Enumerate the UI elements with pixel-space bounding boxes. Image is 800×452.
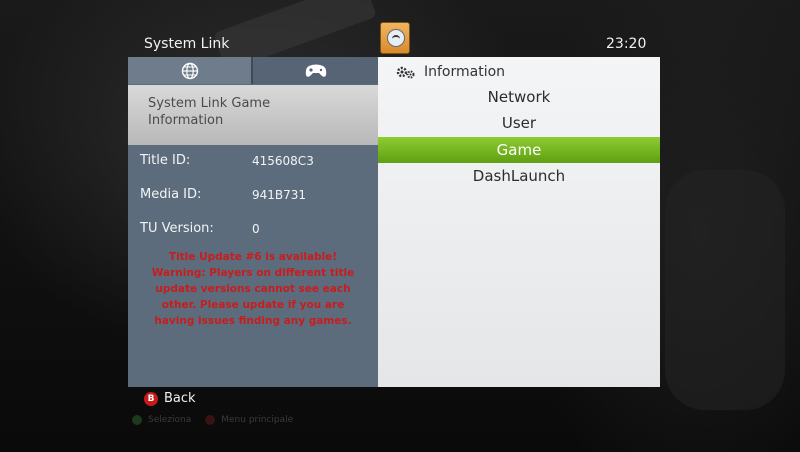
information-label: Information bbox=[424, 64, 506, 80]
ghost-hint-row: Seleziona Menu principale bbox=[132, 415, 293, 425]
right-panel: Information Network User Game DashLaunch bbox=[378, 57, 660, 387]
title-id-label: Title ID: bbox=[140, 153, 191, 168]
menu-item-user[interactable]: User bbox=[378, 110, 660, 136]
information-header: Information bbox=[396, 64, 505, 80]
media-id-value: 941B731 bbox=[252, 188, 307, 202]
left-panel: System Link Game Information Title ID: 4… bbox=[128, 57, 378, 387]
section-title: System Link Game Information bbox=[148, 96, 271, 128]
gamerpic-avatar bbox=[380, 22, 410, 54]
gears-icon bbox=[396, 66, 415, 79]
page-title: System Link bbox=[144, 36, 230, 52]
tu-version-value: 0 bbox=[252, 222, 260, 236]
section-header: System Link Game Information bbox=[128, 85, 378, 145]
background-soldier-shape bbox=[665, 170, 785, 410]
menu-item-game[interactable]: Game bbox=[378, 137, 660, 163]
menu-item-network[interactable]: Network bbox=[378, 84, 660, 110]
globe-icon bbox=[181, 62, 198, 79]
ghost-select-label: Seleziona bbox=[148, 415, 192, 425]
b-button-ghost-icon bbox=[205, 415, 216, 425]
ghost-main-menu-label: Menu principale bbox=[221, 415, 294, 425]
media-id-label: Media ID: bbox=[140, 187, 202, 202]
menu-item-dashlaunch[interactable]: DashLaunch bbox=[378, 163, 660, 189]
tab-network[interactable] bbox=[128, 57, 253, 84]
a-button-ghost-icon bbox=[132, 415, 142, 425]
controller-icon bbox=[305, 64, 326, 77]
back-label: Back bbox=[164, 391, 196, 406]
tab-controller[interactable] bbox=[253, 57, 378, 84]
b-button-icon: B bbox=[144, 391, 158, 406]
clock-time: 23:20 bbox=[606, 36, 647, 52]
title-id-value: 415608C3 bbox=[252, 154, 314, 168]
tu-version-label: TU Version: bbox=[140, 221, 214, 236]
update-warning-text: Title Update #6 is available! Warning: P… bbox=[151, 251, 355, 327]
back-control[interactable]: B Back bbox=[144, 391, 196, 406]
